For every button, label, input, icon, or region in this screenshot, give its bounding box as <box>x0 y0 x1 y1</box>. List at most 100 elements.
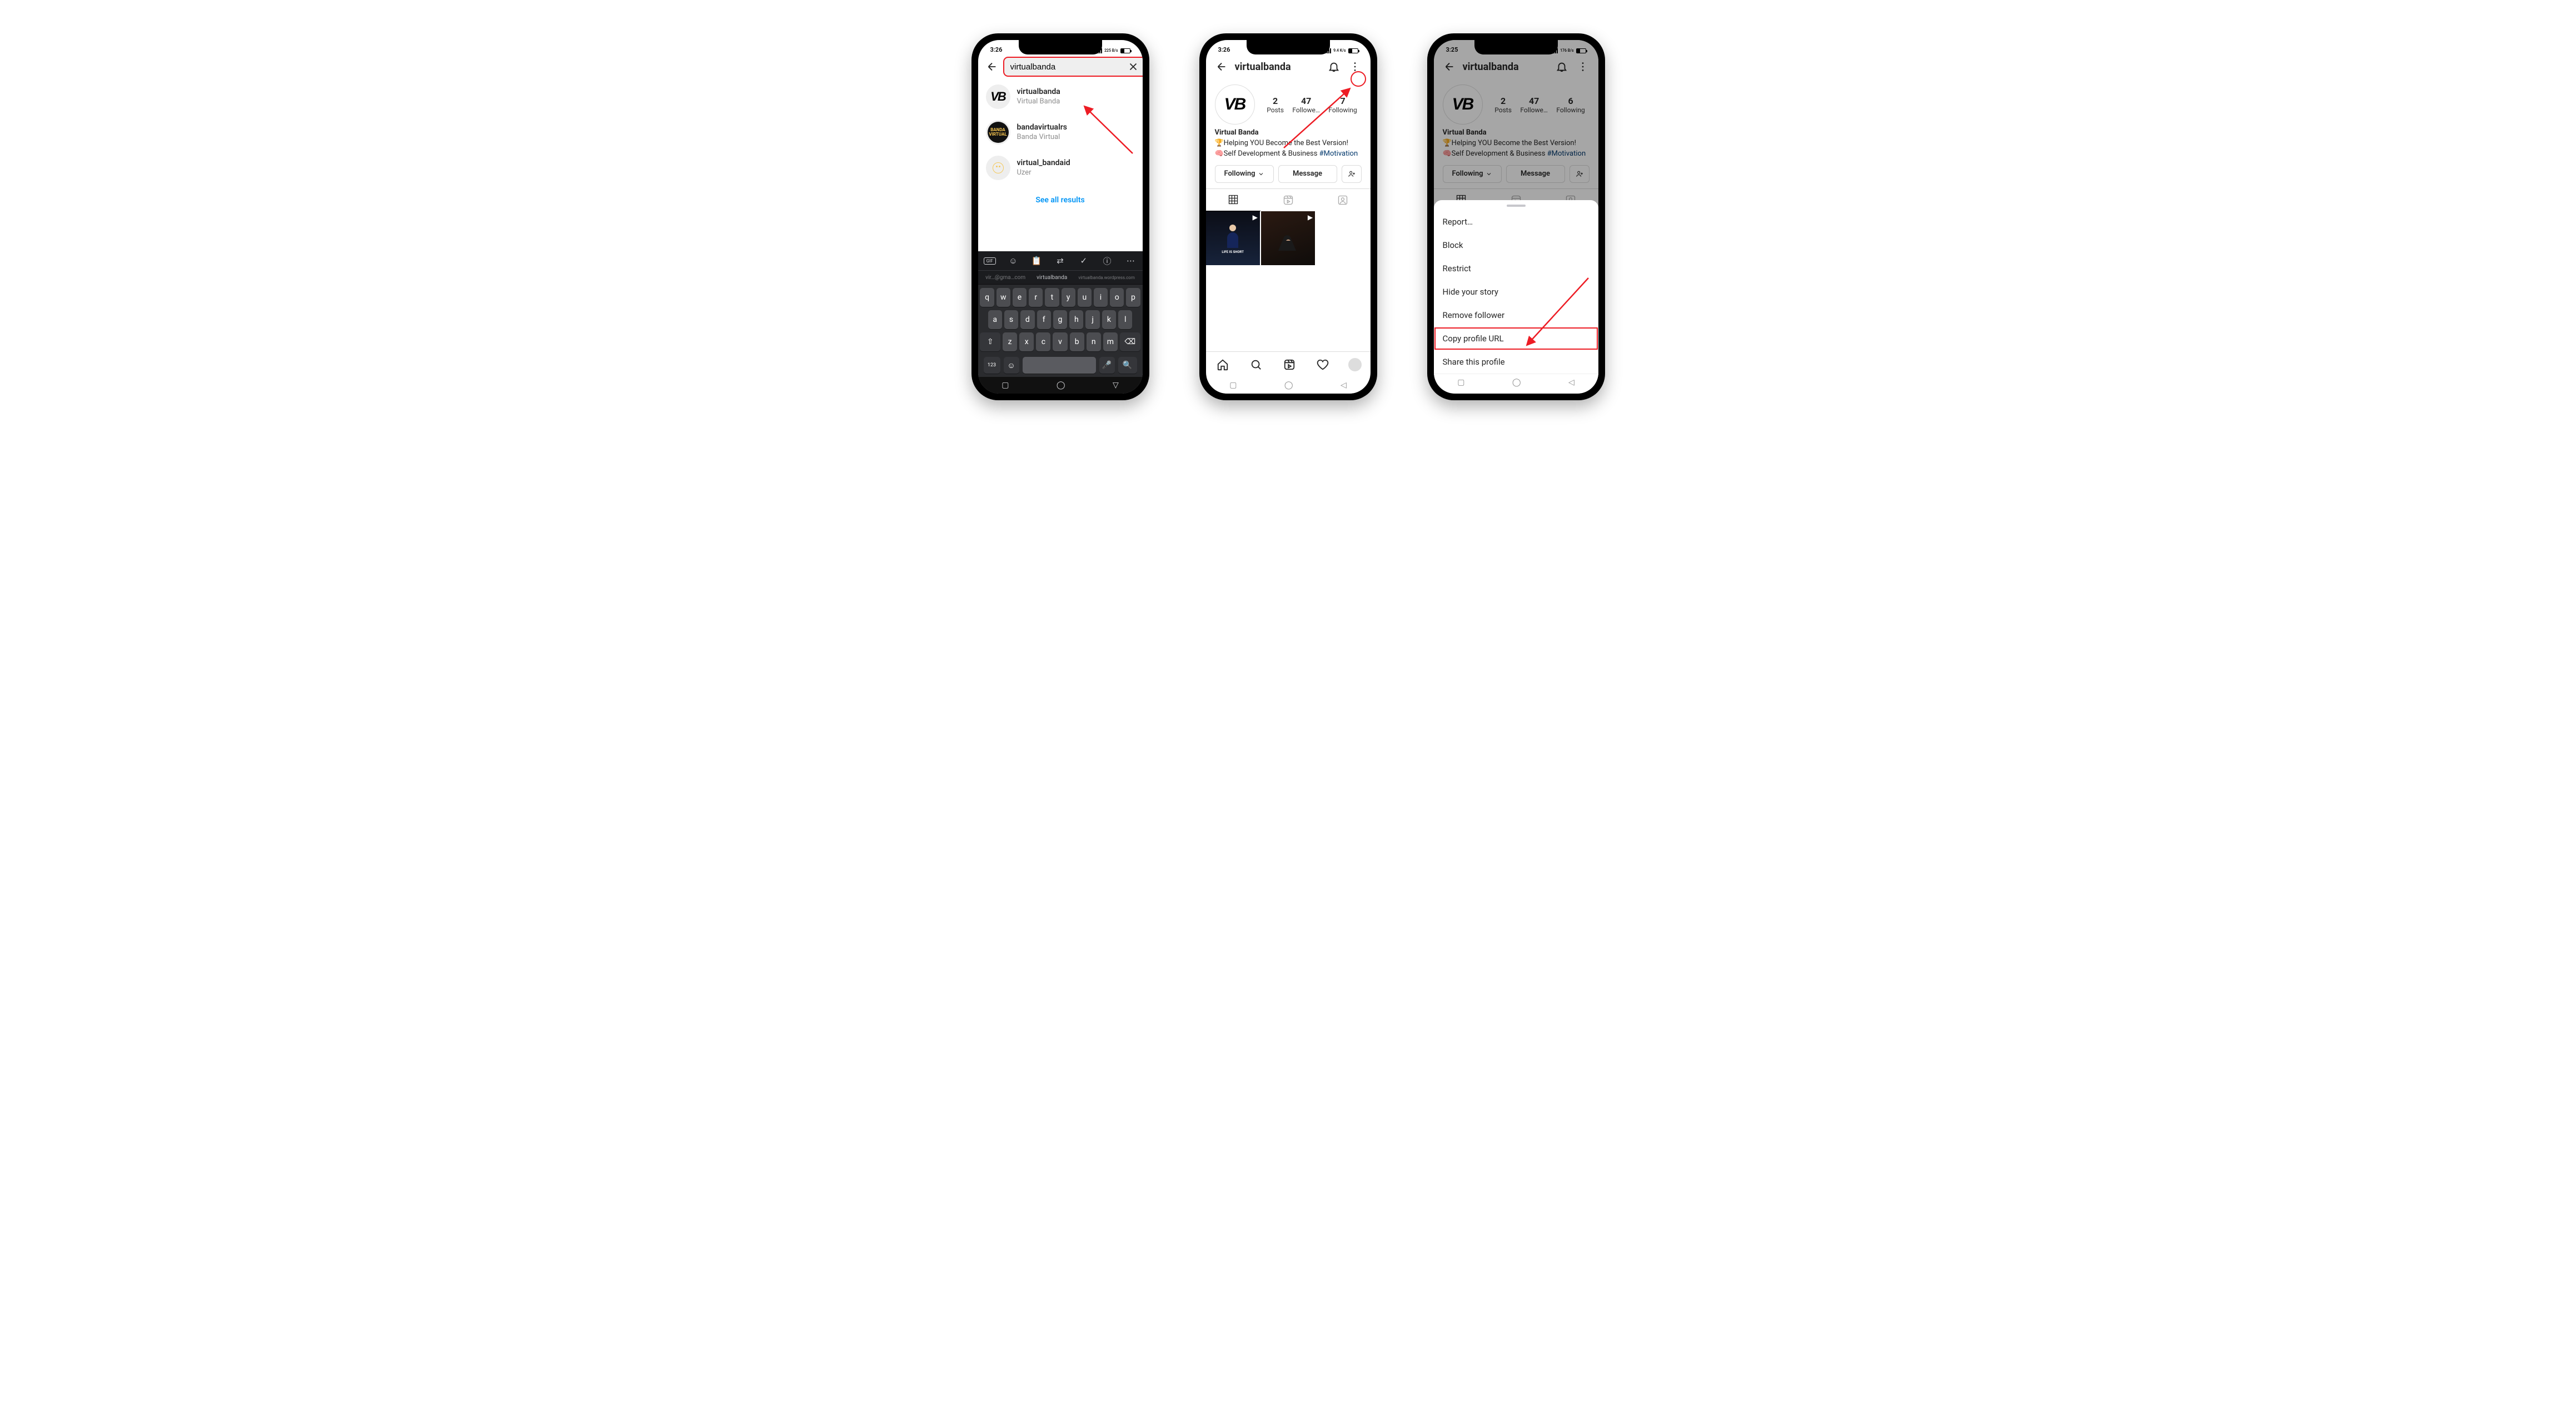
sheet-item-report[interactable]: Report… <box>1434 210 1598 233</box>
action-sheet[interactable]: Report… Block Restrict Hide your story R… <box>1434 200 1598 394</box>
search-input[interactable] <box>1009 62 1122 72</box>
post-thumbnail[interactable]: ▶ <box>1261 211 1315 265</box>
nav-search[interactable] <box>1248 357 1264 372</box>
post-thumbnail[interactable]: ▶ LIFE IS SHORT <box>1206 211 1260 265</box>
suggestion-main[interactable]: virtualbanda <box>1037 275 1067 281</box>
search-result[interactable]: BANDAVIRTUAL bandavirtualrs Banda Virtua… <box>978 115 1143 150</box>
tab-grid[interactable] <box>1206 189 1261 211</box>
sheet-item-copy-profile-url[interactable]: Copy profile URL <box>1434 327 1598 350</box>
message-button[interactable]: Message <box>1506 165 1565 183</box>
key[interactable]: j <box>1085 310 1099 329</box>
num-key[interactable]: 123 <box>984 357 1000 374</box>
suggest-users-button[interactable] <box>1569 165 1590 183</box>
key[interactable]: h <box>1069 310 1083 329</box>
key[interactable]: g <box>1053 310 1067 329</box>
backspace-key[interactable]: ⌫ <box>1120 332 1140 351</box>
sheet-grabber[interactable] <box>1507 205 1526 207</box>
search-input-wrap[interactable] <box>1004 57 1143 76</box>
search-result[interactable]: virtual_bandaid Uzer <box>978 150 1143 186</box>
following-button[interactable]: Following <box>1215 165 1274 183</box>
hashtag-link[interactable]: #Motivation <box>1547 150 1586 158</box>
following-button[interactable]: Following <box>1443 165 1502 183</box>
key[interactable]: d <box>1020 310 1034 329</box>
suggestion-dim[interactable]: vir…@gma…com <box>985 275 1025 281</box>
nav-home-icon[interactable]: ◯ <box>1057 381 1065 390</box>
more-options-button[interactable] <box>1347 59 1363 74</box>
key[interactable]: s <box>1004 310 1018 329</box>
emoji-key[interactable]: ☺ <box>1004 357 1019 374</box>
space-key[interactable] <box>1023 357 1096 374</box>
suggestion-dim[interactable]: virtualbanda.wordpress.com <box>1078 275 1135 280</box>
key[interactable]: q <box>980 288 994 307</box>
keyboard-suggestions[interactable]: vir…@gma…com virtualbanda virtualbanda.w… <box>978 270 1143 285</box>
nav-home-icon[interactable]: ◯ <box>1512 378 1521 387</box>
shift-key[interactable]: ⇧ <box>980 332 1000 351</box>
key[interactable]: n <box>1087 332 1101 351</box>
nav-back-icon[interactable]: ▽ <box>1113 381 1119 390</box>
translate-icon[interactable]: ⇄ <box>1054 256 1066 266</box>
stat-followers[interactable]: 47 Followe… <box>1292 96 1319 114</box>
more-icon[interactable]: ⋯ <box>1124 256 1137 266</box>
key[interactable]: f <box>1037 310 1051 329</box>
info-icon[interactable]: ⓘ <box>1101 255 1113 267</box>
search-key[interactable]: 🔍 <box>1118 357 1137 374</box>
keyboard[interactable]: GIF ☺ 📋 ⇄ ✓ ⓘ ⋯ vir…@gma…com virtualband… <box>978 251 1143 394</box>
notifications-button[interactable] <box>1326 59 1342 74</box>
system-nav[interactable]: ▢ ◯ ◁ <box>1434 374 1598 390</box>
tab-reels[interactable] <box>1260 189 1316 211</box>
stat-following[interactable]: 7 Following <box>1328 96 1357 114</box>
sheet-item-hide-story[interactable]: Hide your story <box>1434 280 1598 304</box>
key[interactable]: m <box>1103 332 1118 351</box>
key[interactable]: o <box>1110 288 1124 307</box>
key[interactable]: t <box>1045 288 1059 307</box>
stat-posts[interactable]: 2 Posts <box>1267 96 1284 114</box>
mic-key[interactable]: 🎤 <box>1099 357 1115 374</box>
key[interactable]: y <box>1062 288 1075 307</box>
nav-reels[interactable] <box>1282 357 1297 372</box>
clipboard-icon[interactable]: 📋 <box>1030 256 1043 266</box>
message-button[interactable]: Message <box>1278 165 1337 183</box>
nav-home-icon[interactable]: ◯ <box>1284 381 1293 390</box>
sticker-icon[interactable]: ☺ <box>1007 256 1019 266</box>
key[interactable]: u <box>1078 288 1092 307</box>
suggest-users-button[interactable] <box>1342 165 1362 183</box>
check-icon[interactable]: ✓ <box>1078 256 1090 266</box>
sheet-item-remove-follower[interactable]: Remove follower <box>1434 304 1598 327</box>
key[interactable]: r <box>1029 288 1043 307</box>
nav-home[interactable] <box>1215 357 1230 372</box>
key[interactable]: a <box>988 310 1002 329</box>
search-result[interactable]: VB virtualbanda Virtual Banda <box>978 79 1143 115</box>
clear-search-button[interactable] <box>1125 59 1141 74</box>
profile-picture[interactable]: VB <box>1443 84 1483 125</box>
back-button[interactable] <box>986 59 998 74</box>
key[interactable]: l <box>1118 310 1132 329</box>
more-options-button[interactable] <box>1575 59 1591 74</box>
tab-tagged[interactable] <box>1316 189 1371 211</box>
sheet-item-restrict[interactable]: Restrict <box>1434 257 1598 280</box>
key[interactable]: w <box>996 288 1010 307</box>
nav-profile[interactable] <box>1348 358 1362 371</box>
key[interactable]: b <box>1070 332 1084 351</box>
gif-icon[interactable]: GIF <box>984 257 996 265</box>
key[interactable]: c <box>1036 332 1050 351</box>
back-button[interactable] <box>1214 59 1229 74</box>
nav-activity[interactable] <box>1315 357 1331 372</box>
key[interactable]: v <box>1053 332 1067 351</box>
nav-back-icon[interactable]: ◁ <box>1568 378 1575 387</box>
key[interactable]: e <box>1013 288 1027 307</box>
back-button[interactable] <box>1442 59 1457 74</box>
key[interactable]: z <box>1003 332 1017 351</box>
sheet-item-share-profile[interactable]: Share this profile <box>1434 350 1598 374</box>
system-nav[interactable]: ▢ ◯ ◁ <box>1206 377 1371 394</box>
notifications-button[interactable] <box>1554 59 1569 74</box>
system-nav[interactable]: ▢ ◯ ▽ <box>978 377 1143 394</box>
key[interactable]: x <box>1019 332 1034 351</box>
profile-picture[interactable]: VB <box>1215 84 1255 125</box>
see-all-results[interactable]: See all results <box>978 186 1143 215</box>
nav-recent-icon[interactable]: ▢ <box>1001 381 1009 390</box>
hashtag-link[interactable]: #Motivation <box>1319 150 1358 158</box>
key[interactable]: p <box>1126 288 1140 307</box>
nav-back-icon[interactable]: ◁ <box>1341 381 1347 390</box>
sheet-item-block[interactable]: Block <box>1434 233 1598 257</box>
nav-recent-icon[interactable]: ▢ <box>1229 381 1237 390</box>
